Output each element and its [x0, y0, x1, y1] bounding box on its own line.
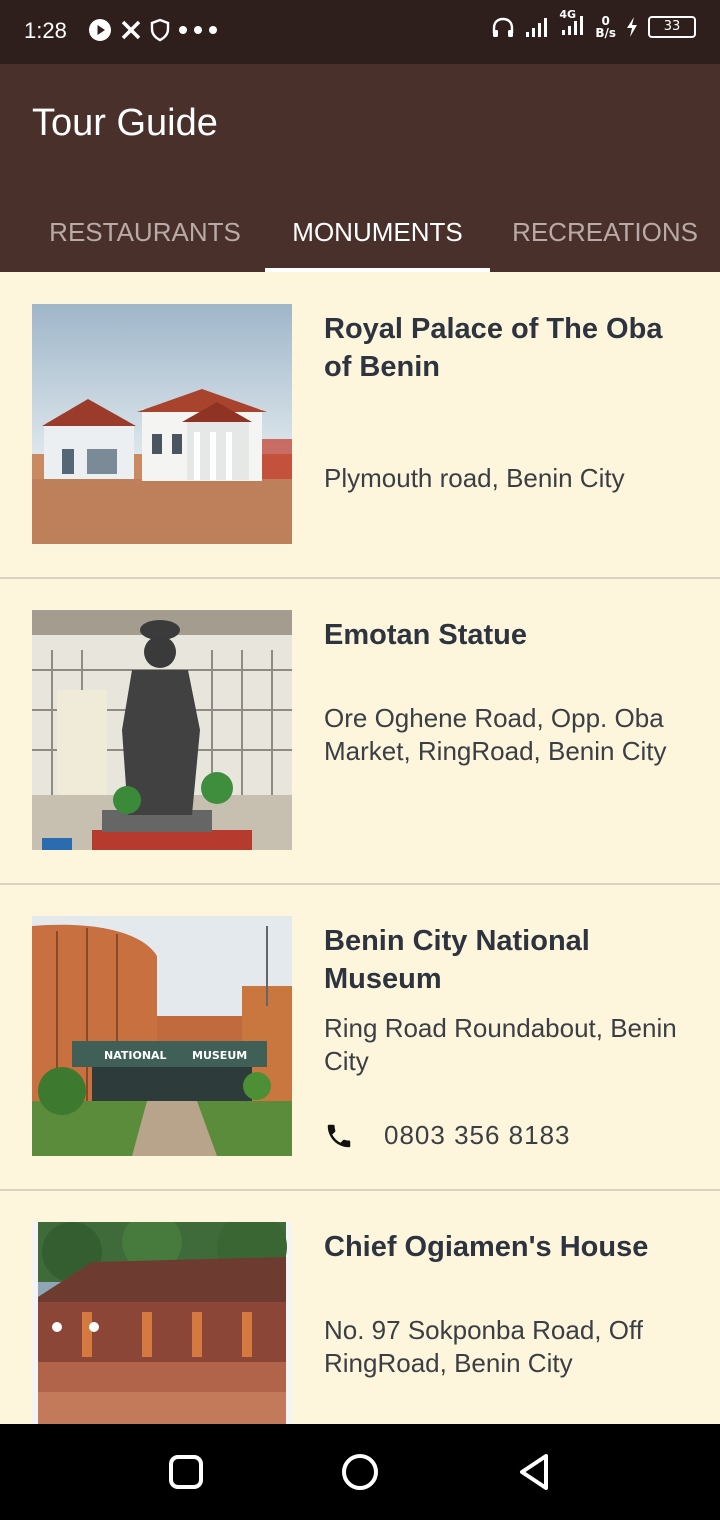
monument-name: Royal Palace of The Oba of Benin [324, 313, 663, 383]
monument-address: Ore Oghene Road, Opp. Oba Market, RingRo… [324, 703, 667, 766]
tab-monuments[interactable]: MONUMENTS [265, 192, 490, 272]
speed-unit: B/s [595, 26, 616, 40]
x-icon [121, 20, 141, 40]
headset-icon [493, 17, 514, 37]
signal-4g-group: 4G [559, 8, 585, 40]
system-nav-bar [0, 1424, 720, 1520]
shield-icon [150, 18, 170, 42]
category-tabs: RESTAURANTS MONUMENTS RECREATIONS [0, 192, 720, 272]
recents-icon[interactable] [166, 1452, 206, 1492]
more-dots-icon [179, 26, 217, 34]
status-system-icons: 4G 0 B/s 33 [491, 8, 696, 40]
museum-sign-left: NATIONAL [104, 1049, 167, 1062]
home-icon[interactable] [340, 1452, 380, 1492]
back-icon[interactable] [514, 1452, 554, 1492]
tab-recreations[interactable]: RECREATIONS [500, 192, 710, 272]
signal-icon [526, 18, 548, 37]
phone-row[interactable]: 0803 356 8183 [324, 1120, 571, 1151]
house-photo [32, 1222, 292, 1424]
phone-number: 0803 356 8183 [384, 1120, 571, 1150]
app-title: Tour Guide [32, 102, 218, 144]
monument-address: Ring Road Roundabout, Benin City [324, 1013, 677, 1076]
monument-list[interactable]: Royal Palace of The Oba of Benin Plymout… [0, 272, 720, 1424]
monument-name: Chief Ogiamen's House [324, 1231, 649, 1263]
play-icon [89, 19, 111, 41]
monument-address: Plymouth road, Benin City [324, 463, 625, 493]
monument-name: Benin City National Museum [324, 925, 590, 995]
list-item[interactable]: Chief Ogiamen's House No. 97 Sokponba Ro… [0, 1190, 720, 1424]
museum-photo: NATIONAL MUSEUM [32, 916, 292, 1156]
network-speed: 0 B/s [595, 15, 616, 39]
status-bar: 1:28 4G 0 B/s 33 [0, 0, 720, 64]
palace-photo [32, 304, 292, 544]
museum-sign-right: MUSEUM [192, 1049, 247, 1062]
network-type: 4G [559, 8, 577, 21]
monument-name: Emotan Statue [324, 619, 528, 651]
phone-icon [327, 1124, 351, 1147]
tab-restaurants[interactable]: RESTAURANTS [30, 192, 260, 272]
monument-address: No. 97 Sokponba Road, Off RingRoad, Beni… [324, 1315, 643, 1378]
app-bar: Tour Guide RESTAURANTS MONUMENTS RECREAT… [0, 64, 720, 272]
status-notification-icons [88, 18, 218, 42]
list-item[interactable]: NATIONAL MUSEUM Benin City National Muse… [0, 884, 720, 1191]
list-item[interactable]: Emotan Statue Ore Oghene Road, Opp. Oba … [0, 578, 720, 885]
status-time: 1:28 [24, 18, 67, 43]
battery-indicator: 33 [648, 16, 696, 38]
list-item[interactable]: Royal Palace of The Oba of Benin Plymout… [0, 272, 720, 579]
charging-icon [627, 17, 637, 37]
statue-photo [32, 610, 292, 850]
